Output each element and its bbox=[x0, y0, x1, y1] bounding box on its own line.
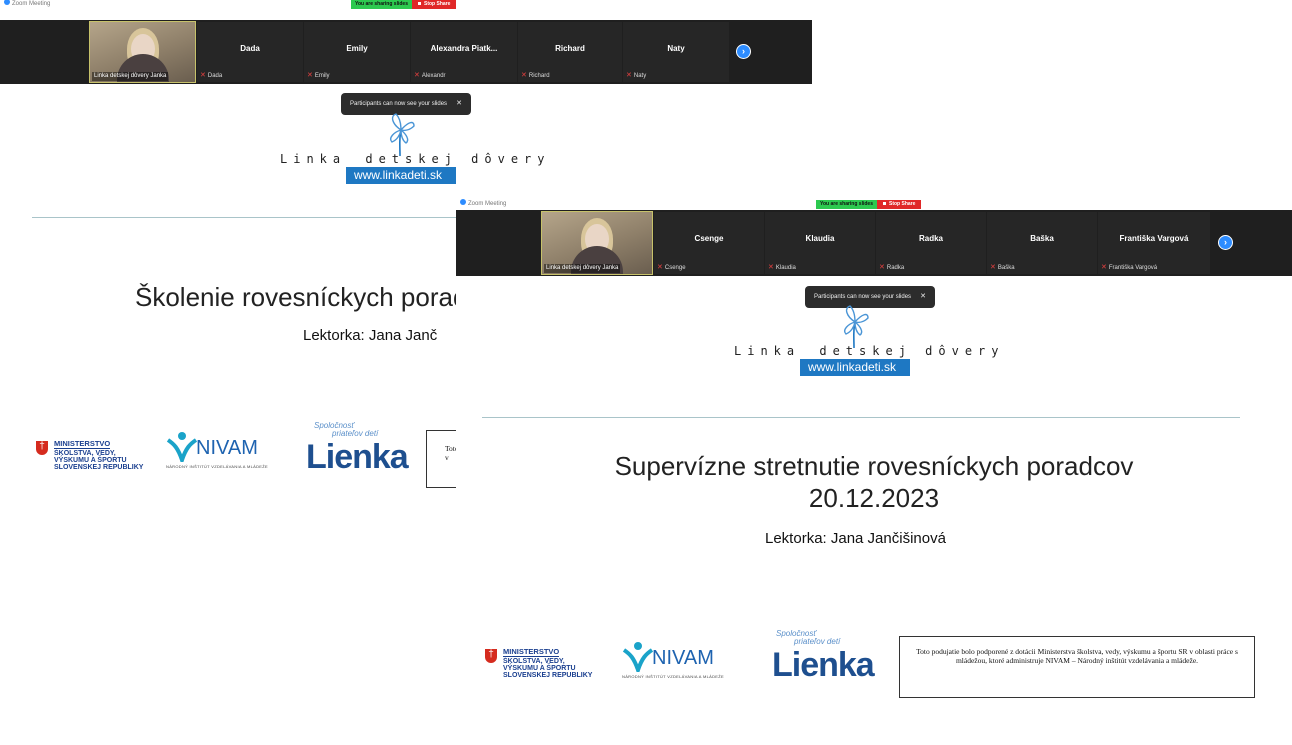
participant-tile[interactable]: Baška ✕ Baška bbox=[987, 212, 1097, 274]
participant-tile[interactable]: Alexandra Piatk... ✕ Alexandr bbox=[411, 22, 517, 82]
title-bar: Zoom Meeting You are sharing slides Stop… bbox=[456, 199, 1292, 210]
zoom-logo-icon bbox=[4, 0, 10, 6]
stop-share-button[interactable]: Stop Share bbox=[876, 200, 922, 209]
participant-tile[interactable]: Csenge ✕ Csenge bbox=[654, 212, 764, 274]
participant-gallery: Linka detskej dôvery Janka Dada ✕ Dada Em… bbox=[0, 20, 812, 84]
window-title: Zoom Meeting bbox=[12, 1, 51, 7]
zoom-logo-icon bbox=[460, 199, 466, 206]
next-page-button[interactable]: › bbox=[1218, 235, 1233, 250]
chevron-right-icon: › bbox=[742, 46, 745, 56]
window-title: Zoom Meeting bbox=[468, 201, 507, 207]
slide-lecturer: Lektorka: Jana Jančišinová bbox=[765, 530, 946, 547]
brand-url: www.linkadeti.sk bbox=[799, 359, 910, 376]
divider bbox=[482, 417, 1240, 418]
stop-icon bbox=[417, 2, 421, 6]
ministry-logo: † MINISTERSTVO ŠKOLSTVA, VEDY, VÝSKUMU A… bbox=[36, 440, 143, 471]
close-icon[interactable]: ✕ bbox=[456, 100, 462, 107]
host-video-tile[interactable]: Linka detskej dôvery Janka bbox=[89, 21, 196, 83]
participant-tile[interactable]: Naty ✕ Naty bbox=[623, 22, 729, 82]
participant-tile[interactable]: Emily ✕ Emily bbox=[304, 22, 410, 82]
slide-title: Supervízne stretnutie rovesníckych porad… bbox=[614, 451, 1134, 513]
host-video-tile[interactable]: Linka detskej dôvery Janka bbox=[541, 211, 653, 275]
participant-tile[interactable]: Richard ✕ Richard bbox=[518, 22, 622, 82]
nivam-figure-icon bbox=[166, 432, 198, 462]
host-name-tag: Linka detskej dôvery Janka bbox=[92, 72, 169, 81]
slide-title: Školenie rovesníckych porad bbox=[135, 282, 468, 312]
title-bar: Zoom Meeting You are sharing slides Stop… bbox=[0, 0, 812, 10]
participant-tile[interactable]: Františka Vargová ✕ Františka Vargová bbox=[1098, 212, 1210, 274]
stop-icon bbox=[882, 202, 886, 206]
front-zoom-window: Zoom Meeting You are sharing slides Stop… bbox=[456, 199, 1292, 745]
next-page-button[interactable]: › bbox=[736, 44, 751, 59]
mic-muted-icon: ✕ bbox=[626, 72, 632, 79]
sharing-indicator: You are sharing slides bbox=[816, 200, 877, 209]
divider bbox=[32, 217, 458, 218]
nivam-figure-icon bbox=[622, 642, 654, 672]
linka-logo: Linka detskej dôvery www.linkadeti.sk bbox=[280, 110, 545, 184]
mic-muted-icon: ✕ bbox=[768, 264, 774, 271]
host-name-tag: Linka detskej dôvery Janka bbox=[544, 264, 621, 273]
slovak-crest-icon: † bbox=[485, 649, 497, 663]
mic-muted-icon: ✕ bbox=[307, 72, 313, 79]
slovak-crest-icon: † bbox=[36, 441, 48, 455]
funding-notice: Toto podujatie v bbox=[426, 430, 458, 488]
participant-tile[interactable]: Radka ✕ Radka bbox=[876, 212, 986, 274]
flower-icon bbox=[390, 113, 415, 157]
mic-muted-icon: ✕ bbox=[990, 264, 996, 271]
stop-share-button[interactable]: Stop Share bbox=[411, 0, 457, 9]
mic-muted-icon: ✕ bbox=[1101, 264, 1107, 271]
share-status-bar: You are sharing slides Stop Share bbox=[351, 0, 457, 9]
nivam-logo: NIVAM NÁRODNÝ INŠTITÚT VZDELÁVANIA A MLÁ… bbox=[622, 640, 752, 685]
chevron-right-icon: › bbox=[1224, 237, 1227, 247]
mic-muted-icon: ✕ bbox=[657, 264, 663, 271]
slide-lecturer: Lektorka: Jana Janč bbox=[303, 327, 438, 344]
sharing-indicator: You are sharing slides bbox=[351, 0, 412, 9]
nivam-logo: NIVAM NÁRODNÝ INŠTITÚT VZDELÁVANIA A MLÁ… bbox=[166, 430, 296, 475]
mic-muted-icon: ✕ bbox=[200, 72, 206, 79]
participant-tile[interactable]: Klaudia ✕ Klaudia bbox=[765, 212, 875, 274]
lienka-logo: Spoločnosť priateľov detí Lienka bbox=[772, 629, 875, 685]
linka-logo: Linka detskej dôvery www.linkadeti.sk bbox=[734, 302, 999, 376]
funding-notice: Toto podujatie bolo podporené z dotácii … bbox=[899, 636, 1255, 698]
participant-tile[interactable]: Dada ✕ Dada bbox=[197, 22, 303, 82]
participant-gallery: Linka detskej dôvery Janka Csenge ✕ Cseng… bbox=[456, 210, 1292, 276]
mic-muted-icon: ✕ bbox=[414, 72, 420, 79]
brand-url: www.linkadeti.sk bbox=[345, 167, 456, 184]
lienka-logo: Spoločnosť priateľov detí Lienka bbox=[306, 421, 409, 477]
ministry-logo: † MINISTERSTVO ŠKOLSTVA, VEDY, VÝSKUMU A… bbox=[485, 648, 592, 679]
close-icon[interactable]: ✕ bbox=[920, 293, 926, 300]
mic-muted-icon: ✕ bbox=[521, 72, 527, 79]
share-status-bar: You are sharing slides Stop Share bbox=[816, 200, 922, 209]
mic-muted-icon: ✕ bbox=[879, 264, 885, 271]
flower-icon bbox=[844, 305, 869, 349]
